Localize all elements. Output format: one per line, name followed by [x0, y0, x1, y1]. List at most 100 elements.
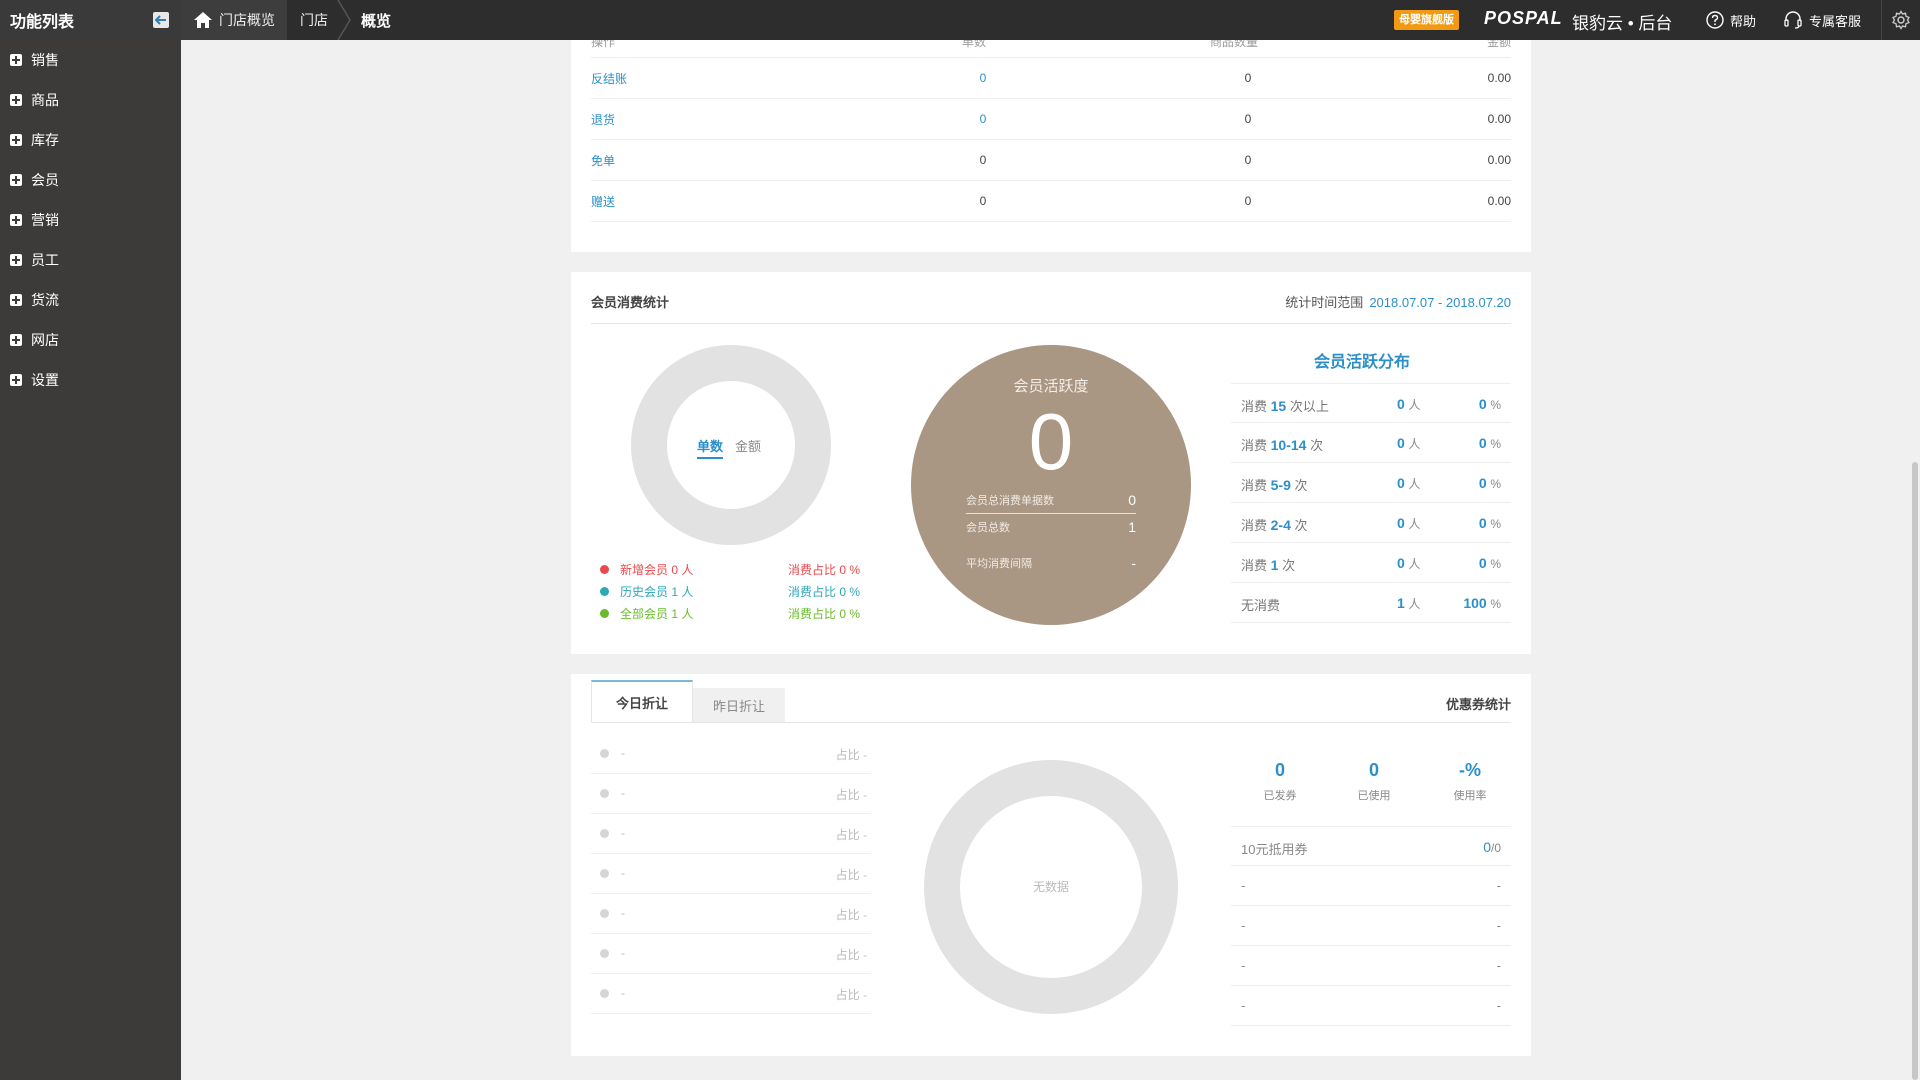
breadcrumb-store[interactable]: 门店 [300, 0, 328, 40]
sidebar-item-staff[interactable]: 员工 [0, 240, 181, 280]
activity-row-label: 会员总数 [966, 522, 1010, 534]
donut-toggle: 单数 金额 [697, 436, 761, 459]
discount-share: 占比 - [835, 828, 867, 842]
op-count: 0 [979, 194, 987, 208]
op-name-link[interactable]: 赠送 [591, 193, 891, 210]
op-qty: 0 [1244, 194, 1252, 208]
legend-share: 消费占比 0 % [787, 562, 860, 577]
menu-title: 功能列表 [10, 14, 75, 31]
people-unit: 人 [1408, 557, 1421, 571]
discount-share: 占比 - [835, 748, 867, 762]
sidebar-item-logistics[interactable]: 货流 [0, 280, 181, 320]
stat-label: 已发券 [1263, 790, 1297, 802]
distribution-label: 消费 10-14 次 [1241, 435, 1323, 454]
table-row: 免单 0 0 0.00 [591, 140, 1511, 181]
stats-range-label: 统计时间范围 [1285, 295, 1364, 310]
distribution-label: 消费 5-9 次 [1241, 475, 1308, 494]
sidebar-item-online-store[interactable]: 网店 [0, 320, 181, 360]
sidebar-item-members[interactable]: 会员 [0, 160, 181, 200]
coupons-usage-rate-stat: -% 使用率 [1425, 760, 1515, 803]
collapse-sidebar-icon[interactable] [153, 12, 169, 28]
activity-row-label: 平均消费间隔 [966, 558, 1032, 570]
coupon-usage: - [1496, 998, 1501, 1013]
distribution-row: 消费 15 次以上 0 人 0 % [1231, 383, 1511, 423]
operations-card: 操作 单数 商品数量 金额 反结账 0 0 0.00 退货 0 0 0.00 免… [571, 40, 1531, 252]
list-item: - 占比 - [591, 854, 871, 894]
op-count: 0 [979, 153, 987, 167]
discount-share: 占比 - [835, 788, 867, 802]
sidebar-item-marketing[interactable]: 营销 [0, 200, 181, 240]
op-qty: 0 [1244, 71, 1252, 85]
legend-label: 新增会员 0 人 [620, 562, 694, 577]
coupon-name: - [1241, 918, 1246, 933]
sidebar-item-products[interactable]: 商品 [0, 80, 181, 120]
legend-label: 历史会员 1 人 [620, 584, 694, 599]
op-name-link[interactable]: 退货 [591, 111, 891, 128]
sidebar-item-label: 员工 [31, 252, 59, 268]
discount-share: 占比 - [835, 948, 867, 962]
coupon-name: - [1241, 998, 1246, 1013]
brand-name: 银豹云 • 后台 [1572, 14, 1673, 33]
expand-plus-icon [10, 374, 22, 386]
activity-row-value: - [1131, 555, 1136, 571]
sidebar-item-settings[interactable]: 设置 [0, 360, 181, 400]
tab-yesterday-discount[interactable]: 昨日折让 [693, 688, 785, 722]
stats-range-value[interactable]: 2018.07.07 - 2018.07.20 [1369, 295, 1511, 310]
op-count-link[interactable]: 0 [971, 71, 995, 85]
service-label: 专属客服 [1809, 13, 1862, 29]
people-count: 0 [1397, 515, 1405, 531]
op-amount: 0.00 [1487, 71, 1511, 85]
sidebar-item-inventory[interactable]: 库存 [0, 120, 181, 160]
column-header: 操作 [591, 40, 616, 49]
menu-title-bar: 功能列表 [0, 0, 181, 40]
legend-dot [600, 564, 609, 574]
list-item: - 占比 - [591, 894, 871, 934]
activity-row-label: 会员总消费单据数 [966, 495, 1054, 507]
coupon-usage: 0/0 [1483, 839, 1501, 855]
coupon-stats-title: 优惠券统计 [1445, 697, 1511, 712]
gear-icon [1892, 10, 1910, 30]
customer-service-link[interactable]: 专属客服 [1783, 0, 1861, 40]
breadcrumb-home[interactable]: 门店概览 [181, 0, 287, 40]
help-link[interactable]: 帮助 [1706, 0, 1756, 40]
discount-name: - [621, 906, 625, 920]
distribution-row: 消费 10-14 次 0 人 0 % [1231, 423, 1511, 463]
dist-num: 5-9 [1270, 477, 1291, 493]
dist-num: 1 [1270, 557, 1279, 573]
op-name-link[interactable]: 免单 [591, 152, 891, 169]
op-count-link[interactable]: 0 [971, 112, 995, 126]
discount-tabs: 今日折让 昨日折让 [591, 680, 785, 722]
dist-pre: 消费 [1241, 399, 1268, 414]
sidebar-item-sales[interactable]: 销售 [0, 40, 181, 80]
tab-amount[interactable]: 金额 [735, 436, 761, 459]
tab-order-count[interactable]: 单数 [697, 436, 724, 459]
distribution-percent: 0 % [1479, 555, 1501, 571]
tab-today-discount[interactable]: 今日折让 [591, 680, 693, 722]
distribution-people: 0 人 [1397, 396, 1420, 413]
discount-name: - [621, 986, 625, 1000]
table-row: 赠送 0 0 0.00 [591, 181, 1511, 222]
discount-name: - [621, 746, 625, 760]
coupon-used: 0 [1483, 839, 1491, 855]
percent-value: 0 [1478, 475, 1487, 491]
scrollbar-thumb[interactable] [1912, 462, 1918, 1080]
percent-unit: % [1490, 597, 1501, 611]
dist-num: 10-14 [1270, 437, 1307, 453]
activity-row: 会员总消费单据数 0 [966, 492, 1136, 508]
distribution-row: 消费 2-4 次 0 人 0 % [1231, 503, 1511, 543]
coupon-name: 10元抵用券 [1241, 842, 1308, 857]
legend-dot [600, 586, 609, 596]
distribution-title: 会员活跃分布 [1313, 354, 1410, 371]
percent-value: 0 [1478, 555, 1487, 571]
people-count: 1 [1397, 595, 1405, 611]
list-item: - 占比 - [591, 774, 871, 814]
op-amount: 0.00 [1487, 112, 1511, 126]
distribution-percent: 0 % [1479, 396, 1501, 412]
op-name-link[interactable]: 反结账 [591, 70, 891, 87]
sidebar-item-label: 商品 [31, 92, 59, 108]
op-amount: 0.00 [1487, 194, 1511, 208]
discount-share: 占比 - [835, 868, 867, 882]
legend-dot [600, 608, 609, 618]
people-unit: 人 [1408, 517, 1421, 531]
settings-button[interactable] [1881, 0, 1920, 40]
